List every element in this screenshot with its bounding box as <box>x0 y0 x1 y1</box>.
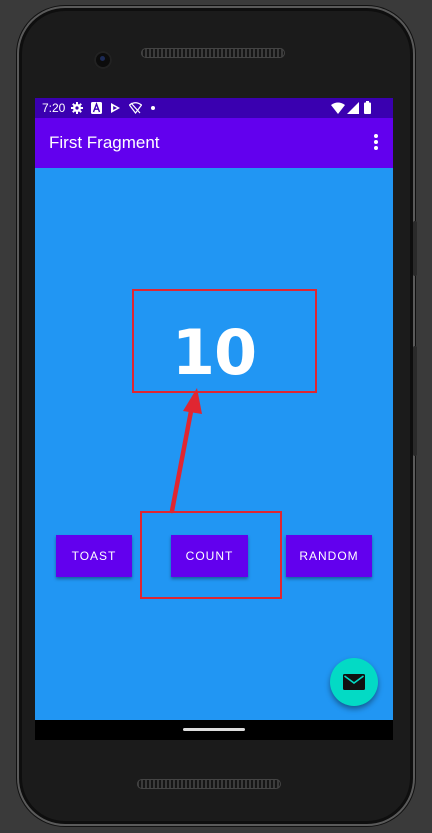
wifi-icon <box>331 102 345 114</box>
status-time: 7:20 <box>42 101 66 115</box>
power-button <box>413 221 417 276</box>
status-bar: 7:20 <box>35 98 393 118</box>
top-speaker <box>141 48 285 58</box>
a-icon <box>91 102 102 114</box>
toast-button[interactable]: TOAST <box>56 535 132 577</box>
highlight-box-count-button <box>140 511 282 599</box>
volume-button <box>413 346 417 456</box>
email-icon <box>343 674 365 690</box>
battery-icon <box>364 101 371 114</box>
wifi-slash-icon <box>129 102 142 114</box>
email-fab[interactable] <box>330 658 378 706</box>
signal-icon <box>347 102 359 114</box>
front-camera <box>94 51 112 69</box>
home-gesture-bar[interactable] <box>183 728 245 731</box>
nav-bar <box>35 720 393 740</box>
play-icon <box>111 103 120 113</box>
bottom-speaker <box>137 779 281 789</box>
dot-icon <box>151 106 155 110</box>
device-screen: 7:20 First Fragment 10 TOAST COUNT RANDO… <box>35 98 393 740</box>
random-button[interactable]: RANDOM <box>286 535 372 577</box>
gear-icon <box>71 102 83 114</box>
page-title: First Fragment <box>49 133 160 152</box>
annotation-arrow <box>169 388 202 514</box>
fragment-content: 10 TOAST COUNT RANDOM <box>35 168 393 720</box>
app-bar: First Fragment <box>35 118 393 168</box>
more-vert-icon[interactable] <box>369 132 383 154</box>
